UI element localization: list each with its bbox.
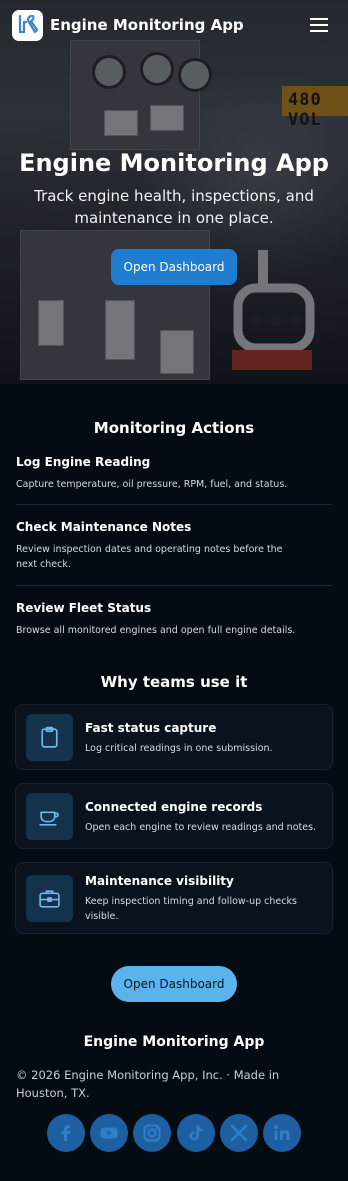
toolbox-icon [26,875,73,922]
instagram-icon[interactable] [133,1114,171,1152]
tiktok-icon[interactable] [177,1114,215,1152]
benefit-card-maintenance-visibility: Maintenance visibility Keep inspection t… [15,862,333,934]
footer-copyright: © 2026 Engine Monitoring App, Inc. · Mad… [16,1068,280,1100]
facebook-icon[interactable] [47,1114,85,1152]
benefit-card-desc: Open each engine to review readings and … [85,822,317,833]
hero-subtitle: Track engine health, inspections, and ma… [34,187,314,227]
linkedin-icon[interactable] [263,1114,301,1152]
action-item-title: Check Maintenance Notes [16,520,192,534]
x-icon[interactable] [220,1114,258,1152]
action-item-title: Log Engine Reading [16,455,151,469]
benefit-card-title: Connected engine records [85,800,263,814]
benefit-card-engine-records: Connected engine records Open each engin… [15,783,333,849]
benefit-card-desc: Log critical readings in one submission. [85,743,273,754]
benefit-card-desc: Keep inspection timing and follow-up che… [85,896,297,922]
hamburger-menu-icon[interactable] [310,17,328,33]
hero-title: Engine Monitoring App [19,149,329,177]
cup-icon [26,793,73,840]
action-item-desc: Capture temperature, oil pressure, RPM, … [16,479,288,490]
benefit-card-title: Maintenance visibility [85,874,234,888]
actions-section-title: Monitoring Actions [93,419,255,437]
benefit-card-title: Fast status capture [85,721,217,735]
action-item-title: Review Fleet Status [16,601,152,615]
action-item-maintenance-notes[interactable]: Check Maintenance Notes Review inspectio… [16,520,332,572]
footer-title: Engine Monitoring App [83,1034,265,1050]
navbar: Engine Monitoring App [0,0,348,52]
action-item-desc: Review inspection dates and operating no… [16,544,283,570]
brand-name[interactable]: Engine Monitoring App [50,16,244,34]
benefits-section-title: Why teams use it [100,673,248,691]
clipboard-icon [26,714,73,761]
wrench-logo-icon[interactable] [12,10,43,41]
open-dashboard-cta-button[interactable]: Open Dashboard [111,966,237,1002]
youtube-icon[interactable] [90,1114,128,1152]
action-item-desc: Browse all monitored engines and open fu… [16,625,296,636]
action-item-log-reading[interactable]: Log Engine Reading Capture temperature, … [16,455,332,492]
hero-section: 480 VOL Engine Monitoring App Engine Mon… [0,0,348,384]
benefit-card-status-capture: Fast status capture Log critical reading… [15,704,333,770]
divider [16,585,332,586]
open-dashboard-button[interactable]: Open Dashboard [111,249,237,285]
divider [16,504,332,505]
action-item-fleet-status[interactable]: Review Fleet Status Browse all monitored… [16,601,332,638]
